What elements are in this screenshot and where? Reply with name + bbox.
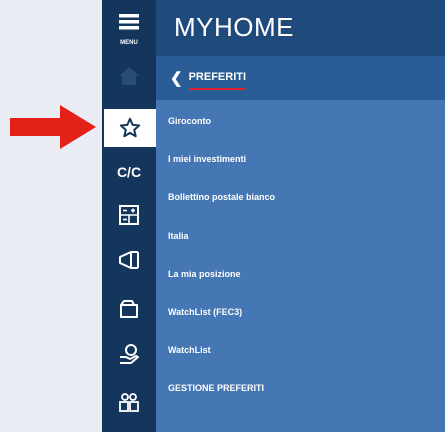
favorite-item-gestione[interactable]: GESTIONE PREFERITI <box>156 369 445 407</box>
rail-item-megaphone[interactable] <box>102 241 156 279</box>
back-to-favorites-button[interactable]: ❮ PREFERITI <box>156 56 445 100</box>
rail-item-home[interactable] <box>102 57 156 95</box>
folder-icon <box>120 300 138 318</box>
rail-item-people[interactable] <box>102 383 156 421</box>
home-icon <box>119 67 139 85</box>
favorite-item-italia[interactable]: Italia <box>156 217 445 255</box>
hamburger-icon <box>119 14 139 30</box>
favorite-item-giroconto[interactable]: Giroconto <box>156 102 445 140</box>
favorites-panel: ❮ PREFERITI Giroconto I miei investiment… <box>156 56 445 432</box>
page-background <box>0 0 102 432</box>
star-icon <box>119 117 141 138</box>
favorites-list: Giroconto I miei investimenti Bollettino… <box>156 102 445 408</box>
megaphone-icon <box>119 251 139 269</box>
panel-title: PREFERITI <box>188 70 247 90</box>
rail-item-favorites[interactable] <box>102 109 156 147</box>
rail-item-calculator[interactable] <box>102 196 156 234</box>
chevron-left-icon: ❮ <box>170 70 183 87</box>
cc-icon: C/C <box>116 164 142 180</box>
panel-title-text: PREFERITI <box>188 70 247 83</box>
favorite-item-bollettino[interactable]: Bollettino postale bianco <box>156 178 445 216</box>
rail-item-coins[interactable] <box>102 335 156 373</box>
pointer-arrow-icon <box>10 105 96 149</box>
people-icon <box>119 393 139 412</box>
favorite-item-watchlist[interactable]: WatchList <box>156 331 445 369</box>
title-underline <box>188 87 247 90</box>
rail-item-cc[interactable]: C/C <box>102 153 156 191</box>
favorite-item-posizione[interactable]: La mia posizione <box>156 255 445 293</box>
coins-hand-icon <box>120 344 139 364</box>
app-title: MYHOME <box>174 12 294 42</box>
app-header: MYHOME <box>156 0 445 56</box>
menu-button[interactable]: MENU <box>102 0 156 46</box>
icon-rail: MENU C/C <box>102 0 156 432</box>
rail-item-folder[interactable] <box>102 290 156 328</box>
favorite-item-watchlist-fec3[interactable]: WatchList (FEC3) <box>156 293 445 331</box>
menu-label: MENU <box>120 40 138 46</box>
calculator-icon <box>119 205 139 225</box>
favorite-item-investimenti[interactable]: I miei investimenti <box>156 140 445 178</box>
